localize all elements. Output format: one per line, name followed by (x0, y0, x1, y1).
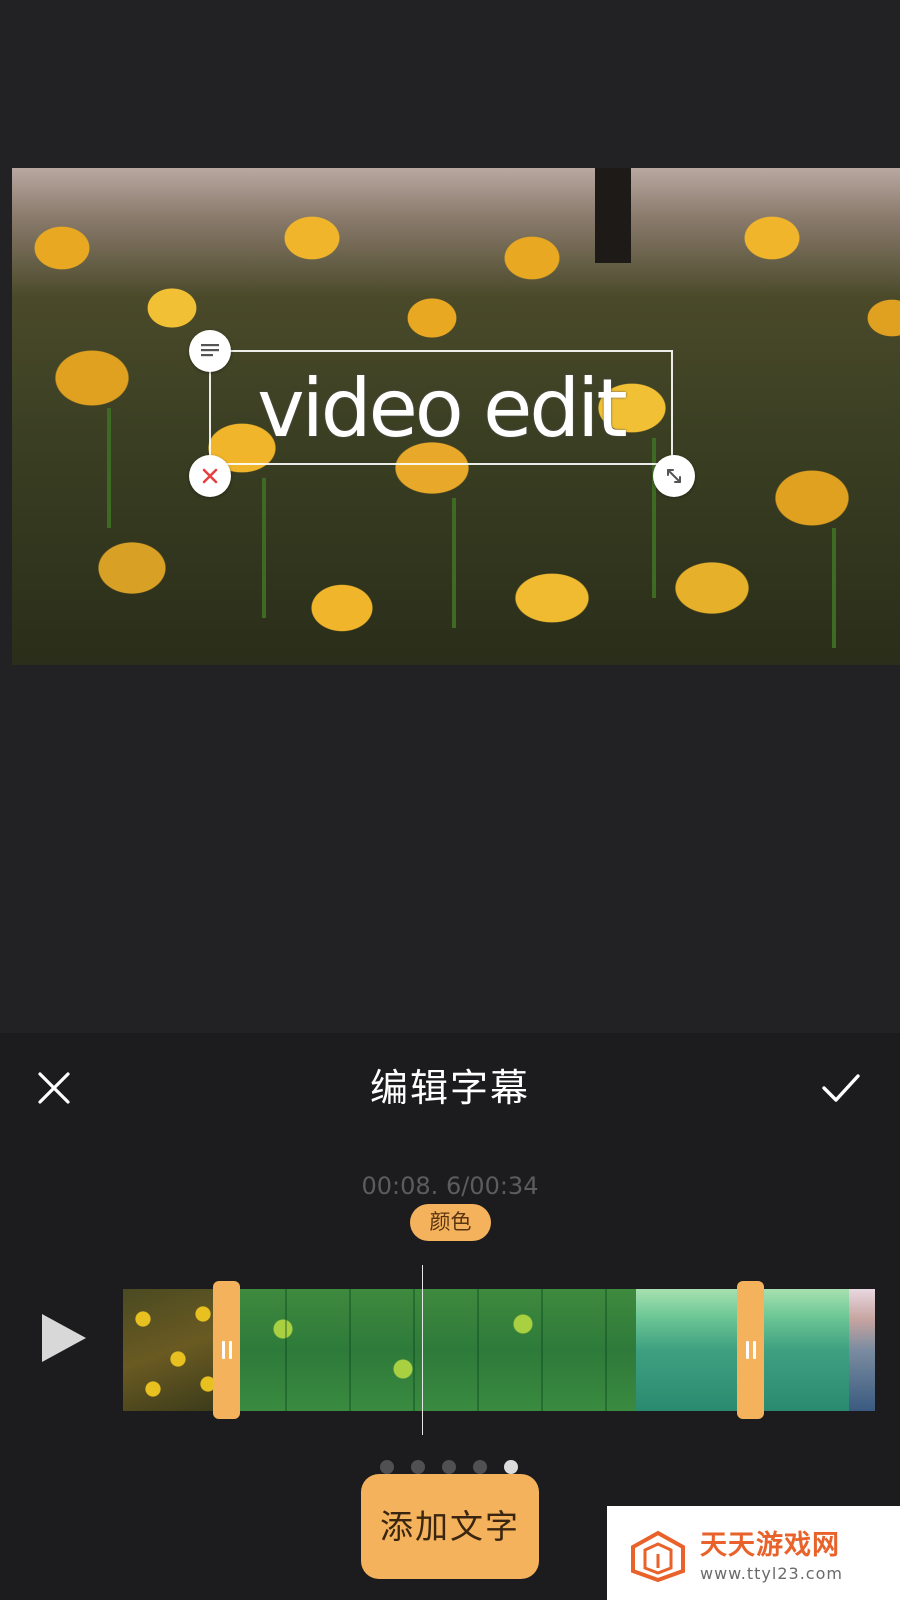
add-text-button[interactable]: 添加文字 (361, 1474, 539, 1579)
watermark-logo-icon (631, 1530, 685, 1583)
text-style-handle[interactable] (189, 330, 231, 372)
resize-icon (667, 469, 681, 483)
playhead[interactable] (422, 1265, 423, 1435)
play-icon (42, 1314, 86, 1362)
page-dot[interactable] (411, 1460, 425, 1474)
watermark-title: 天天游戏网 (700, 1530, 840, 1561)
check-icon (822, 1074, 860, 1102)
caption-text[interactable]: video edit (215, 355, 667, 463)
clip-thumbnail (123, 1289, 223, 1411)
watermark-url: www.ttyl23.com (700, 1564, 843, 1583)
watermark-logo (630, 1530, 686, 1586)
trim-handle-icon (745, 1341, 749, 1359)
color-chip[interactable]: 颜色 (410, 1204, 491, 1241)
delete-caption-handle[interactable] (189, 455, 231, 497)
page-dot[interactable] (442, 1460, 456, 1474)
page-dot[interactable] (473, 1460, 487, 1474)
trim-handle-start[interactable] (213, 1281, 240, 1419)
timecode: 00:08. 6/00:34 (361, 1172, 539, 1200)
play-button[interactable] (38, 1310, 90, 1370)
clip-thumbnail (849, 1289, 875, 1411)
tree-trunk (595, 168, 631, 263)
trim-handle-end[interactable] (737, 1281, 764, 1419)
flower-stem (832, 528, 836, 648)
flower-stem (262, 478, 266, 618)
resize-caption-handle[interactable] (653, 455, 695, 497)
confirm-button[interactable] (820, 1070, 862, 1110)
delete-icon (202, 468, 218, 484)
page-dot[interactable] (380, 1460, 394, 1474)
flower-stem (107, 408, 111, 528)
clip-thumbnail-selected (223, 1289, 636, 1411)
text-style-icon (201, 344, 219, 357)
flower-stem (452, 498, 456, 628)
trim-handle-icon (221, 1341, 225, 1359)
panel-title: 编辑字幕 (369, 1066, 530, 1110)
page-dot-active[interactable] (504, 1460, 518, 1474)
